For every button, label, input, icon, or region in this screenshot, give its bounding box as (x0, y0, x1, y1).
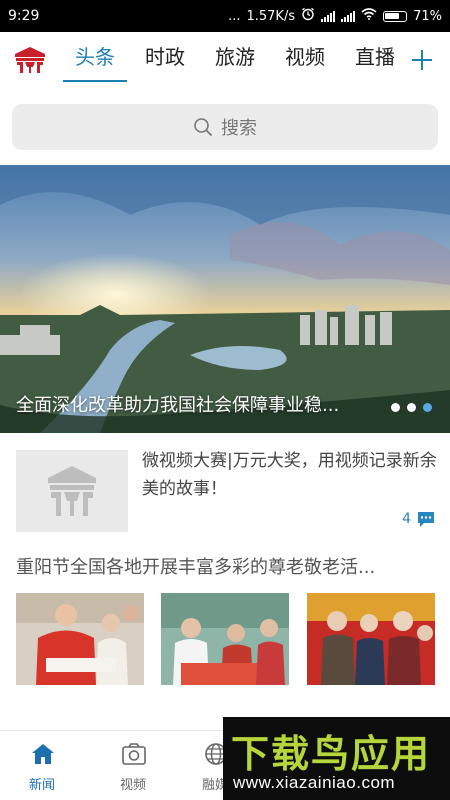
status-bar: 9:29 ... 1.57K/s 71% (0, 0, 450, 32)
gallery-image-1 (16, 593, 144, 685)
top-tab-bar: 头条 时政 旅游 视频 直播 (0, 32, 450, 88)
watermark-brand: 下载鸟应用 (231, 732, 432, 776)
search-icon (194, 118, 213, 137)
network-speed: 1.57K/s (246, 8, 296, 24)
news-title: 微视频大赛|万元大奖，用视频记录新余美的故事！ (142, 451, 437, 499)
news-thumbnail (16, 450, 128, 532)
carousel-dot-active (423, 403, 432, 412)
nav-label-video: 视频 (119, 778, 146, 793)
signal-icon-2 (341, 10, 356, 22)
gallery-news-title: 重阳节全国各地开展丰富多彩的尊老敬老活... (16, 557, 376, 578)
news-gallery-item[interactable]: 重阳节全国各地开展丰富多彩的尊老敬老活... (0, 545, 450, 695)
watermark-overlay: 下载鸟应用 www.xiazainiao.com (223, 717, 450, 800)
comment-count-value: 4 (402, 511, 411, 527)
status-indicators: ... 1.57K/s 71% (228, 7, 442, 25)
featured-banner[interactable]: 全面深化改革助力我国社会保障事业稳... (0, 165, 450, 433)
carousel-indicator (391, 403, 432, 412)
battery-icon (383, 10, 408, 22)
nav-item-video[interactable]: 视频 (93, 731, 173, 800)
news-list-item[interactable]: 微视频大赛|万元大奖，用视频记录新余美的故事！ 4 (0, 433, 450, 541)
gallery-image-2 (161, 593, 289, 685)
alarm-icon (301, 7, 315, 25)
status-dots: ... (228, 8, 241, 24)
search-input[interactable]: 搜索 (12, 104, 438, 150)
carousel-dot (407, 403, 416, 412)
home-icon (32, 744, 54, 764)
tab-video[interactable]: 视频 (270, 32, 340, 88)
plus-icon (412, 50, 432, 70)
banner-caption: 全面深化改革助力我国社会保障事业稳... (16, 395, 340, 416)
comment-count[interactable]: 4 (402, 510, 436, 528)
tab-travel[interactable]: 旅游 (200, 32, 270, 88)
nav-item-news[interactable]: 新闻 (2, 731, 82, 800)
comment-bubble-icon (418, 512, 434, 527)
tab-politics[interactable]: 时政 (130, 32, 200, 88)
battery-percent: 71% (413, 8, 442, 24)
placeholder-logo-icon (48, 466, 96, 516)
search-placeholder: 搜索 (221, 118, 257, 139)
carousel-dot (391, 403, 400, 412)
gallery-image-3 (307, 593, 435, 685)
status-time: 9:29 (8, 8, 40, 24)
camera-icon (122, 743, 146, 765)
watermark-url: www.xiazainiao.com (233, 773, 396, 792)
wifi-icon (361, 8, 377, 24)
tab-headlines[interactable]: 头条 (60, 32, 130, 88)
category-tabs: 头条 时政 旅游 视频 直播 (60, 32, 450, 88)
cctv-news-logo-icon[interactable] (0, 32, 60, 88)
nav-label-news: 新闻 (28, 778, 55, 793)
add-channel-button[interactable] (394, 32, 450, 88)
signal-icon (321, 10, 336, 22)
